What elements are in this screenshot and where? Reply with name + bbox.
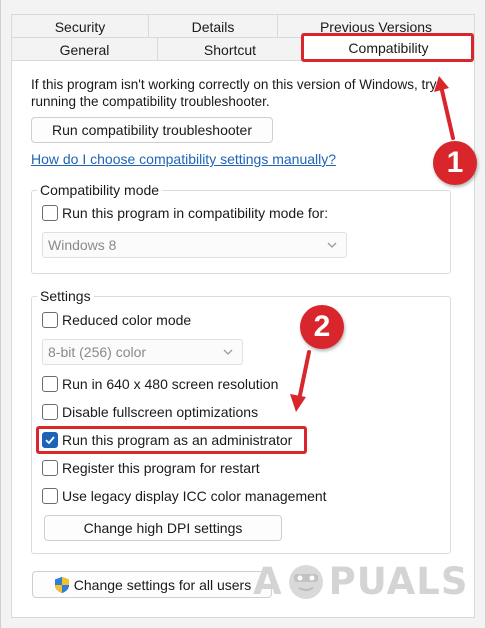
reduced-color-label: Reduced color mode xyxy=(62,312,192,328)
resolution-label: Run in 640 x 480 screen resolution xyxy=(62,376,279,392)
reduced-color-checkbox[interactable]: Reduced color mode xyxy=(42,312,191,328)
tab-highlight-box xyxy=(301,33,474,62)
admin-highlight-box xyxy=(36,426,307,454)
step-1-badge: 1 xyxy=(433,141,477,185)
checkbox-box[interactable] xyxy=(42,460,58,476)
compat-mode-label: Run this program in compatibility mode f… xyxy=(62,205,329,221)
intro-text: If this program isn't working correctly … xyxy=(31,77,437,109)
tab-label: Security xyxy=(54,18,106,35)
resolution-checkbox[interactable]: Run in 640 x 480 screen resolution xyxy=(42,376,278,392)
appuals-watermark: A PUALS xyxy=(253,560,469,603)
tab-shortcut[interactable]: Shortcut xyxy=(157,37,303,61)
select-value: 8-bit (256) color xyxy=(48,344,147,360)
color-depth-select[interactable]: 8-bit (256) color xyxy=(42,339,243,365)
compat-mode-checkbox[interactable]: Run this program in compatibility mode f… xyxy=(42,205,328,221)
tab-label: Details xyxy=(191,18,235,35)
tab-security[interactable]: Security xyxy=(11,14,149,38)
arrow-down-annotation-icon xyxy=(290,350,311,412)
arrow-up-annotation-icon xyxy=(434,76,455,140)
tab-general[interactable]: General xyxy=(11,37,158,61)
watermark-text: A xyxy=(253,560,283,603)
tab-label: Shortcut xyxy=(203,41,257,58)
help-link[interactable]: How do I choose compatibility settings m… xyxy=(31,151,336,167)
step-2-badge: 2 xyxy=(300,305,344,349)
register-restart-checkbox[interactable]: Register this program for restart xyxy=(42,460,260,476)
tab-label: General xyxy=(59,41,110,58)
select-value: Windows 8 xyxy=(48,237,117,253)
compat-os-select[interactable]: Windows 8 xyxy=(42,232,347,258)
checkbox-box[interactable] xyxy=(42,312,58,328)
properties-window: Security Details Previous Versions Gener… xyxy=(0,0,486,628)
checkbox-box[interactable] xyxy=(42,488,58,504)
checkbox-box[interactable] xyxy=(42,376,58,392)
run-troubleshooter-button[interactable]: Run compatibility troubleshooter xyxy=(31,117,273,143)
checkbox-box[interactable] xyxy=(42,205,58,221)
button-label: Change settings for all users xyxy=(73,576,252,593)
shield-icon xyxy=(54,576,69,593)
mascot-icon xyxy=(288,564,323,599)
change-all-users-button[interactable]: Change settings for all users xyxy=(32,571,272,598)
fullscreen-checkbox[interactable]: Disable fullscreen optimizations xyxy=(42,404,258,420)
settings-legend: Settings xyxy=(37,288,94,304)
tab-details[interactable]: Details xyxy=(148,14,278,38)
checkbox-box[interactable] xyxy=(42,404,58,420)
legacy-icc-label: Use legacy display ICC color management xyxy=(62,488,327,504)
compat-mode-legend: Compatibility mode xyxy=(37,182,163,198)
fullscreen-label: Disable fullscreen optimizations xyxy=(62,404,259,420)
watermark-text: PUALS xyxy=(328,560,469,603)
change-dpi-button[interactable]: Change high DPI settings xyxy=(44,515,282,541)
register-restart-label: Register this program for restart xyxy=(62,460,260,476)
chevron-down-icon xyxy=(327,242,337,248)
button-label: Run compatibility troubleshooter xyxy=(52,122,252,138)
chevron-down-icon xyxy=(223,349,233,355)
button-label: Change high DPI settings xyxy=(83,520,243,536)
legacy-icc-checkbox[interactable]: Use legacy display ICC color management xyxy=(42,488,327,504)
